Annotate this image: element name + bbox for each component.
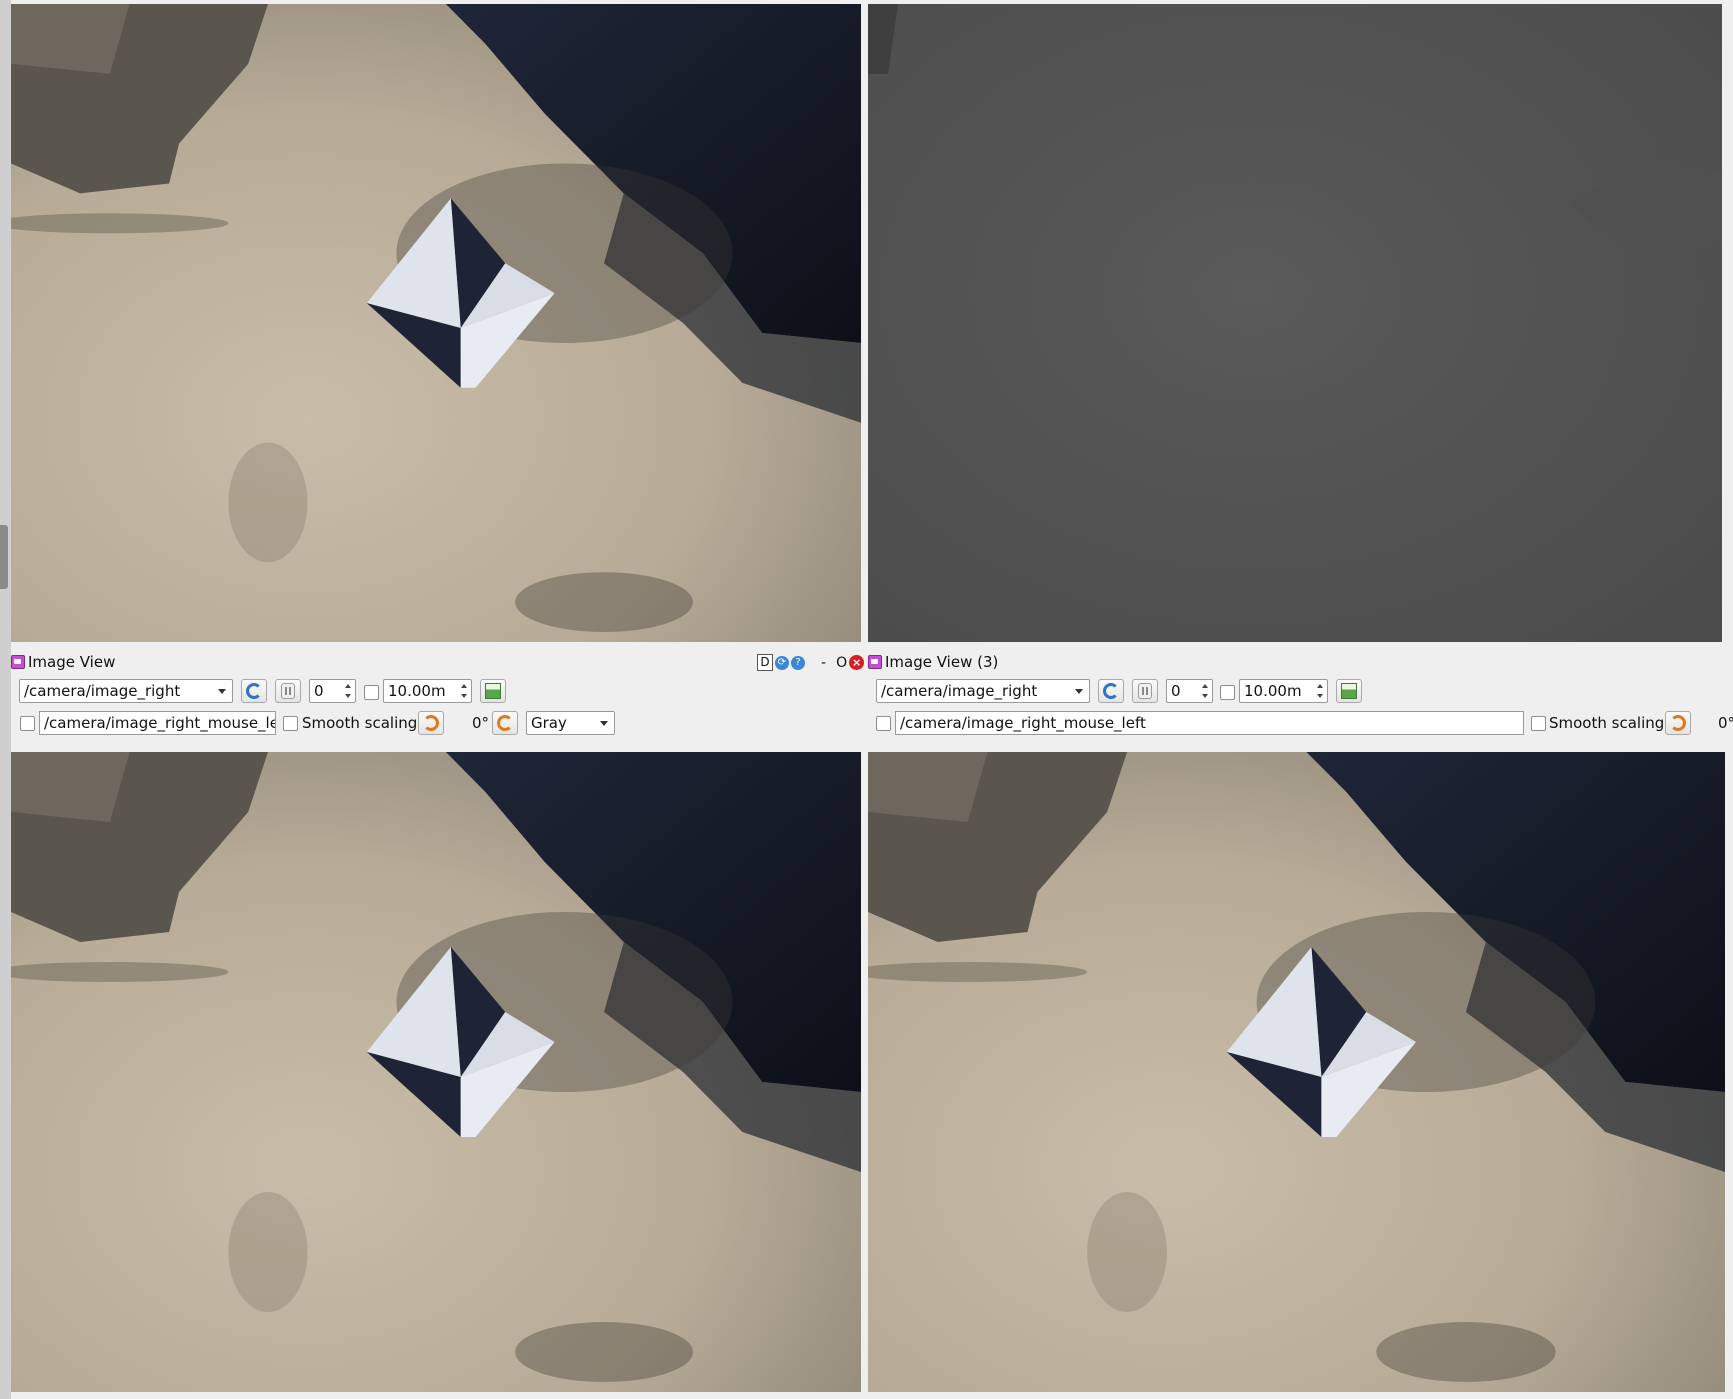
spin-down-icon[interactable] [1202,694,1208,698]
image-display-top-left[interactable] [11,4,861,642]
spin-down-icon[interactable] [345,694,351,698]
rotation-label: 0° [472,714,490,732]
spin-down-icon[interactable] [461,694,467,698]
refresh-topics-button[interactable] [1098,679,1124,703]
panel-header-image-view-3: Image View (3) [868,649,998,675]
refresh-topics-button[interactable] [241,679,267,703]
chevron-down-icon [1075,689,1083,694]
colormap-select[interactable]: Gray [526,711,615,735]
dock-button[interactable]: D [757,654,773,671]
dynamic-range-checkbox[interactable] [364,685,379,700]
publish-click-checkbox[interactable] [20,716,35,731]
topic-select[interactable]: /camera/image_right [19,679,233,703]
spin-box-value[interactable]: 0 [309,679,356,703]
smooth-scaling-checkbox[interactable] [283,716,298,731]
image-view-icon [11,655,25,669]
rotate-right-button[interactable] [1665,711,1691,735]
max-range-spin[interactable]: 10.00m [383,679,472,703]
image-display-bottom-left[interactable] [11,752,861,1392]
rotate-left-button[interactable] [492,711,518,735]
topic-select[interactable]: /camera/image_right [876,679,1090,703]
panel-title: Image View [28,653,116,671]
chevron-down-icon [218,689,226,694]
left-window-edge [0,0,11,1399]
max-range-spin[interactable]: 10.00m [1239,679,1328,703]
smooth-scaling-label: Smooth scaling [1549,714,1665,732]
reload-plugin-icon[interactable]: ⟳ [775,655,789,670]
spin-up-icon[interactable] [1317,684,1323,688]
publish-click-checkbox[interactable] [876,716,891,731]
float-button[interactable]: O [836,655,847,671]
dynamic-range-checkbox[interactable] [1220,685,1235,700]
save-image-button[interactable] [480,679,506,703]
image-view-icon [868,655,882,669]
image-display-top-right[interactable] [868,4,1722,642]
save-image-button[interactable] [1336,679,1362,703]
resize-handle[interactable] [0,525,8,589]
topic-select-value: /camera/image_right [881,682,1038,700]
pause-button[interactable] [275,679,301,703]
mouse-topic-field[interactable]: /camera/image_right_mouse_left [895,711,1524,735]
chevron-down-icon [600,721,608,726]
max-range-text: 10.00m [388,682,446,700]
save-image-icon [1341,683,1357,699]
refresh-icon [1103,683,1119,699]
rotation-label: 0° [1718,714,1733,732]
pause-icon [1138,683,1152,699]
topic-select-value: /camera/image_right [24,682,181,700]
spin-up-icon[interactable] [461,684,467,688]
rotate-right-icon [423,715,439,731]
save-image-icon [485,683,501,699]
spin-box-text: 0 [1171,682,1181,700]
smooth-scaling-checkbox[interactable] [1531,716,1546,731]
refresh-icon [246,683,262,699]
spin-up-icon[interactable] [345,684,351,688]
pause-icon [281,683,295,699]
spin-box-text: 0 [314,682,324,700]
pause-button[interactable] [1132,679,1158,703]
smooth-scaling-label: Smooth scaling [302,714,418,732]
spin-down-icon[interactable] [1317,694,1323,698]
max-range-text: 10.00m [1244,682,1302,700]
minimize-button[interactable]: - [821,655,826,671]
rotate-right-button[interactable] [418,711,444,735]
panel-window-controls: D ⟳ ? - O × [757,654,865,671]
colormap-select-value: Gray [531,714,567,732]
rotate-right-icon [1670,715,1686,731]
help-icon[interactable]: ? [791,655,805,670]
panel-title: Image View (3) [885,653,999,671]
mouse-topic-field[interactable]: /camera/image_right_mouse_left [39,711,276,735]
image-display-bottom-right[interactable] [868,752,1725,1392]
panel-header-image-view: Image View [11,649,115,675]
close-icon[interactable]: × [849,655,865,670]
spin-up-icon[interactable] [1202,684,1208,688]
spin-box-value[interactable]: 0 [1166,679,1213,703]
rotate-left-icon [497,715,513,731]
